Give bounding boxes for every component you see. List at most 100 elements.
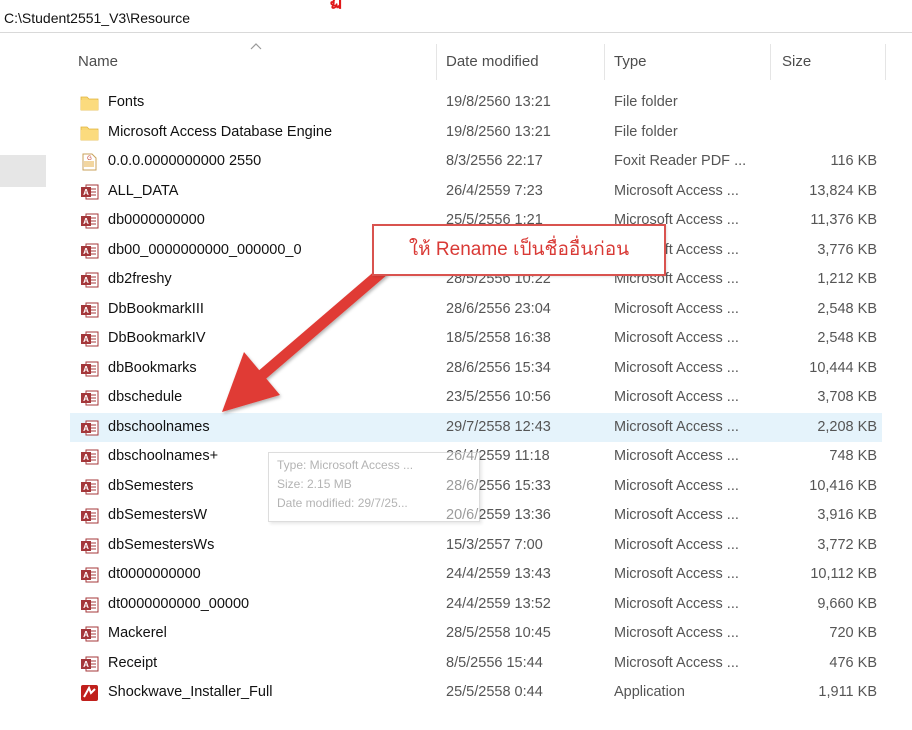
file-type: Microsoft Access ... bbox=[614, 448, 739, 464]
file-name: Fonts bbox=[108, 94, 145, 110]
file-name: dt0000000000 bbox=[108, 566, 201, 582]
file-type: Microsoft Access ... bbox=[614, 536, 739, 553]
top-banner-text: ฏ bbox=[330, 0, 590, 9]
file-type: Microsoft Access ... bbox=[614, 654, 739, 671]
title-bar: ฏ C:\Student2551_V3\Resource bbox=[0, 0, 912, 34]
column-type[interactable]: Type bbox=[614, 40, 647, 84]
file-type: Microsoft Access ... bbox=[614, 418, 739, 435]
column-name[interactable]: Name bbox=[78, 40, 118, 84]
file-size: 476 KB bbox=[829, 654, 877, 671]
column-header: Name Date modified Type Size bbox=[70, 40, 890, 84]
file-size: 748 KB bbox=[829, 448, 877, 464]
file-row[interactable]: Adbschoolnames 29/7/2558 12:43 Microsoft A… bbox=[70, 412, 882, 442]
file-date: 24/4/2559 13:43 bbox=[446, 566, 551, 582]
access-icon: A bbox=[80, 537, 99, 555]
svg-text:A: A bbox=[83, 365, 89, 374]
file-row[interactable]: A ALL_DATA 26/4/2559 7:23 Microsoft Access … bbox=[70, 177, 882, 207]
file-type: Microsoft Access ... bbox=[614, 182, 739, 199]
file-name: 0.0.0.0000000000 2550 bbox=[108, 153, 262, 169]
file-size: 3,916 KB bbox=[817, 507, 877, 523]
access-icon: A bbox=[80, 212, 99, 230]
file-type: Microsoft Access ... bbox=[614, 300, 739, 317]
file-date: 28/6/2556 15:34 bbox=[446, 359, 551, 376]
file-type: Microsoft Access ... bbox=[614, 625, 739, 641]
file-date: 8/5/2556 15:44 bbox=[446, 654, 543, 671]
address-path[interactable]: C:\Student2551_V3\Resource bbox=[4, 10, 190, 26]
column-date[interactable]: Date modified bbox=[446, 40, 539, 84]
file-type: Application bbox=[614, 684, 685, 700]
file-date: 25/5/2558 0:44 bbox=[446, 684, 543, 700]
file-row[interactable]: A Mackerel 28/5/2558 10:45 Microsoft Access… bbox=[70, 619, 882, 649]
file-date: 24/4/2559 13:52 bbox=[446, 595, 551, 612]
file-date: 26/4/2559 7:23 bbox=[446, 182, 543, 199]
svg-text:A: A bbox=[83, 188, 89, 197]
file-name: dbschedule bbox=[108, 389, 183, 405]
file-name: dbschoolnames bbox=[108, 418, 210, 435]
svg-text:A: A bbox=[83, 335, 89, 344]
file-name: Microsoft Access Database Engine bbox=[108, 123, 333, 140]
file-list: Fonts 19/8/2560 13:21 File folder Microsoft… bbox=[70, 88, 882, 708]
file-size: 1,911 KB bbox=[818, 684, 877, 700]
access-icon: A bbox=[80, 448, 99, 466]
file-row[interactable]: Microsoft Access Database Engine 19/8/256… bbox=[70, 118, 882, 148]
svg-text:A: A bbox=[83, 483, 89, 492]
file-size: 10,416 KB bbox=[809, 477, 877, 494]
file-date: 8/3/2556 22:17 bbox=[446, 153, 543, 169]
column-separator[interactable] bbox=[436, 44, 437, 80]
file-row[interactable]: AdbSemestersWs 15/3/2557 7:00 Microsoft Ac… bbox=[70, 531, 882, 561]
file-row[interactable]: Fonts 19/8/2560 13:21 File folder bbox=[70, 88, 882, 118]
file-row[interactable]: AdbBookmarks 28/6/2556 15:34 Microsoft Acc… bbox=[70, 354, 882, 384]
access-icon: A bbox=[80, 330, 99, 348]
file-size: 9,660 KB bbox=[817, 595, 877, 612]
file-row[interactable]: G 0.0.0.0000000000 2550 8/3/2556 22:17 Foxi… bbox=[70, 147, 882, 177]
sort-ascending-icon bbox=[250, 43, 262, 50]
column-separator[interactable] bbox=[885, 44, 886, 80]
file-name: dbBookmarks bbox=[108, 359, 197, 376]
tooltip-date: Date modified: 29/7/25... bbox=[277, 496, 408, 510]
pdf-icon: G bbox=[80, 153, 99, 171]
file-name: Shockwave_Installer_Full bbox=[108, 684, 273, 700]
file-size: 116 KB bbox=[830, 153, 878, 169]
access-icon: A bbox=[80, 301, 99, 319]
svg-text:G: G bbox=[87, 156, 92, 162]
file-size: 1,212 KB bbox=[817, 271, 877, 287]
file-date: 28/5/2558 10:45 bbox=[446, 625, 551, 641]
svg-text:A: A bbox=[83, 247, 89, 256]
column-size[interactable]: Size bbox=[782, 40, 811, 84]
file-row[interactable]: A Receipt 8/5/2556 15:44 Microsoft Access .… bbox=[70, 649, 882, 679]
file-row[interactable]: Adbschedule 23/5/2556 10:56 Microsoft Acce… bbox=[70, 383, 882, 413]
file-row[interactable]: A DbBookmarkIV 18/5/2558 16:38 Microsoft Ac… bbox=[70, 324, 882, 354]
file-name: DbBookmarkIV bbox=[108, 330, 206, 346]
file-row[interactable]: Shockwave_Installer_Full 25/5/2558 0:44 Ap… bbox=[70, 678, 882, 708]
path-divider bbox=[0, 32, 912, 33]
file-row[interactable]: A DbBookmarkIII 28/6/2556 23:04 Microsoft A… bbox=[70, 295, 882, 325]
file-name: DbBookmarkIII bbox=[108, 300, 204, 317]
file-size: 10,112 KB bbox=[810, 566, 877, 582]
svg-text:A: A bbox=[83, 424, 89, 433]
column-separator[interactable] bbox=[770, 44, 771, 80]
file-row[interactable]: Adt0000000000 24/4/2559 13:43 Microsoft Ac… bbox=[70, 560, 882, 590]
access-icon: A bbox=[80, 507, 99, 525]
file-type: Microsoft Access ... bbox=[614, 477, 739, 494]
svg-text:A: A bbox=[83, 276, 89, 285]
file-type: Microsoft Access ... bbox=[614, 507, 739, 523]
svg-text:A: A bbox=[83, 453, 89, 462]
file-date: 15/3/2557 7:00 bbox=[446, 536, 543, 553]
column-separator[interactable] bbox=[604, 44, 605, 80]
file-tooltip: Type: Microsoft Access ... Size: 2.15 MB… bbox=[268, 452, 480, 522]
svg-text:A: A bbox=[83, 660, 89, 669]
file-size: 2,208 KB bbox=[817, 418, 877, 435]
file-type: Microsoft Access ... bbox=[614, 359, 739, 376]
file-size: 3,776 KB bbox=[817, 241, 877, 258]
svg-text:A: A bbox=[83, 512, 89, 521]
file-row[interactable]: Adt0000000000_00000 24/4/2559 13:52 Micros… bbox=[70, 590, 882, 620]
rename-callout: ให้ Rename เป็นชื่ออื่นก่อน bbox=[372, 224, 666, 276]
access-icon: A bbox=[80, 596, 99, 614]
tooltip-type: Type: Microsoft Access ... bbox=[277, 458, 414, 472]
nav-pane-stub bbox=[0, 155, 46, 187]
access-icon: A bbox=[80, 360, 99, 378]
file-size: 2,548 KB bbox=[817, 300, 877, 317]
access-icon: A bbox=[80, 566, 99, 584]
file-name: dt0000000000_00000 bbox=[108, 595, 250, 612]
access-icon: A bbox=[80, 655, 99, 673]
